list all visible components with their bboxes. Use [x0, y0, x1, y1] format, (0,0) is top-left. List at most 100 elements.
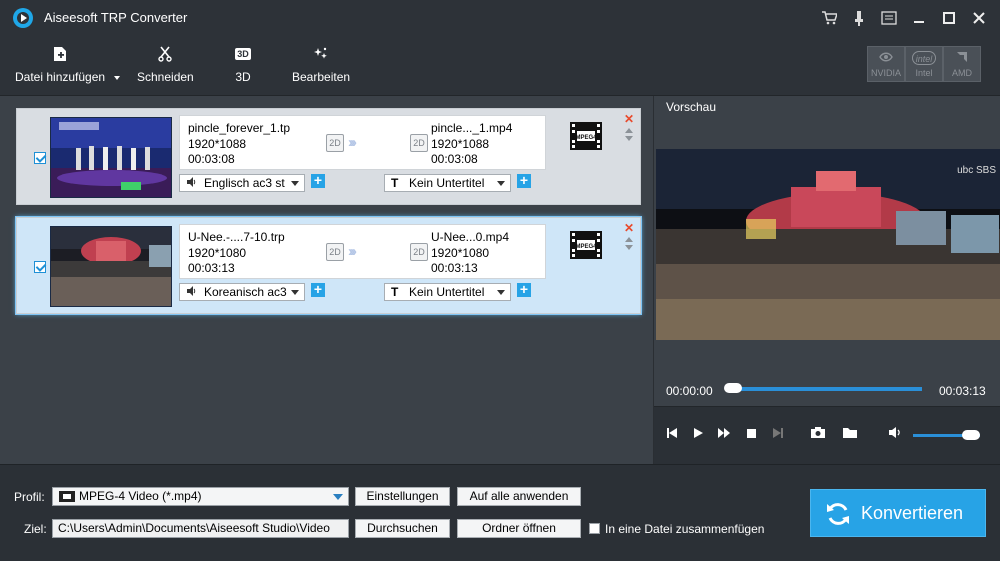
merge-checkbox[interactable]: [589, 523, 600, 534]
folder-icon[interactable]: [841, 426, 859, 444]
cut-label: Schneiden: [137, 70, 194, 84]
film-icon: [59, 490, 75, 505]
file-item[interactable]: U-Nee.-....7-10.trp 1920*1080 00:03:13 2…: [16, 217, 641, 314]
file-thumbnail[interactable]: [50, 117, 172, 198]
source-filename: pincle_forever_1.tp: [188, 121, 291, 135]
seek-bar[interactable]: [726, 387, 922, 391]
move-up-icon[interactable]: [625, 237, 633, 242]
chevron-down-icon: [497, 290, 505, 295]
source-filename: U-Nee.-....7-10.trp: [188, 230, 285, 244]
close-icon[interactable]: [968, 8, 990, 28]
destination-field[interactable]: C:\Users\Admin\Documents\Aiseesoft Studi…: [52, 519, 349, 538]
file-info: pincle_forever_1.tp 1920*1088 00:03:08 2…: [179, 115, 546, 170]
output-duration: 00:03:08: [431, 152, 478, 166]
add-file-icon: [15, 44, 105, 64]
seek-handle[interactable]: [724, 383, 742, 393]
subtitle-value: Kein Untertitel: [409, 285, 485, 299]
3d-label: 3D: [235, 70, 251, 84]
window-controls: [818, 8, 990, 28]
add-subtitle-button[interactable]: +: [517, 173, 531, 188]
apply-all-button[interactable]: Auf alle anwenden: [457, 487, 581, 506]
3d-icon: 3D: [235, 48, 251, 60]
source-duration: 00:03:08: [188, 152, 235, 166]
move-down-icon[interactable]: [625, 136, 633, 141]
profile-dropdown[interactable]: MPEG-4 Video (*.mp4): [52, 487, 349, 506]
open-folder-button[interactable]: Ordner öffnen: [457, 519, 581, 538]
fast-forward-icon[interactable]: [715, 426, 733, 444]
convert-arrows-icon: ›››: [348, 134, 357, 151]
file-thumbnail[interactable]: [50, 226, 172, 307]
minimize-icon[interactable]: [908, 8, 930, 28]
edit-label: Bearbeiten: [292, 70, 351, 84]
destination-label: Ziel:: [24, 522, 47, 536]
add-audio-button[interactable]: +: [311, 173, 325, 188]
mpeg4-format-icon[interactable]: MPEG4: [569, 121, 603, 151]
convert-arrows-icon: ›››: [348, 243, 357, 260]
subtitle-dropdown[interactable]: T Kein Untertitel: [384, 174, 511, 192]
add-audio-button[interactable]: +: [311, 282, 325, 297]
convert-button[interactable]: Konvertieren: [810, 489, 986, 537]
amd-icon: [944, 51, 980, 65]
mpeg4-format-icon[interactable]: MPEG4: [569, 230, 603, 260]
output-resolution: 1920*1088: [431, 136, 490, 151]
3d-button[interactable]: 3D 3D: [230, 44, 256, 84]
snapshot-icon[interactable]: [809, 426, 827, 444]
file-item[interactable]: pincle_forever_1.tp 1920*1088 00:03:08 2…: [16, 108, 641, 205]
add-file-button[interactable]: Datei hinzufügen: [15, 44, 121, 84]
file-list: pincle_forever_1.tp 1920*1088 00:03:08 2…: [0, 96, 653, 464]
volume-icon[interactable]: [887, 426, 905, 444]
chevron-down-icon: [291, 290, 299, 295]
text-icon: T: [391, 285, 399, 299]
browse-button[interactable]: Durchsuchen: [355, 519, 450, 538]
audio-track-dropdown[interactable]: Englisch ac3 st: [179, 174, 305, 192]
volume-handle[interactable]: [962, 430, 980, 440]
play-icon[interactable]: [689, 426, 707, 444]
profile-label: Profil:: [14, 490, 45, 504]
preview-title: Vorschau: [666, 100, 717, 114]
menu-icon[interactable]: [878, 8, 900, 28]
output-duration: 00:03:13: [431, 261, 478, 275]
file-checkbox[interactable]: [34, 261, 46, 273]
skip-end-icon[interactable]: [769, 426, 787, 444]
preview-panel: Vorschau ubc SBS 00:00:00 00:03:13: [653, 96, 1000, 464]
chevron-down-icon: [291, 181, 299, 186]
nvidia-accel-button[interactable]: NVIDIA: [867, 46, 905, 82]
move-down-icon[interactable]: [625, 245, 633, 250]
speaker-icon: [186, 175, 204, 191]
output-filename: U-Nee...0.mp4: [431, 230, 510, 244]
preview-video[interactable]: ubc SBS: [656, 149, 1000, 340]
source-info: U-Nee.-....7-10.trp 1920*1080 00:03:13: [188, 230, 285, 277]
stop-icon[interactable]: [742, 426, 760, 444]
intel-accel-button[interactable]: intel Intel: [905, 46, 943, 82]
audio-track-value: Koreanisch ac3: [204, 285, 287, 299]
cart-icon[interactable]: [818, 8, 840, 28]
app-logo: [13, 8, 33, 28]
chevron-down-icon: [497, 181, 505, 186]
move-up-icon[interactable]: [625, 128, 633, 133]
nvidia-icon: [868, 51, 904, 65]
output-filename: pincle..._1.mp4: [431, 121, 513, 135]
output-info: U-Nee...0.mp4 1920*1080 00:03:13: [431, 230, 509, 277]
chevron-down-icon[interactable]: [114, 75, 121, 80]
audio-track-value: Englisch ac3 st: [204, 176, 285, 190]
chevron-down-icon: [333, 494, 343, 500]
maximize-icon[interactable]: [938, 8, 960, 28]
toolbar: Datei hinzufügen Schneiden 3D 3D Bearbei…: [0, 36, 1000, 96]
skip-start-icon[interactable]: [663, 426, 681, 444]
add-subtitle-button[interactable]: +: [517, 282, 531, 297]
nvidia-label: NVIDIA: [870, 68, 901, 78]
audio-track-dropdown[interactable]: Koreanisch ac3: [179, 283, 305, 301]
edit-button[interactable]: Bearbeiten: [292, 44, 350, 84]
settings-button[interactable]: Einstellungen: [355, 487, 450, 506]
remove-item-icon[interactable]: ✕: [622, 222, 636, 234]
file-checkbox[interactable]: [34, 152, 46, 164]
output-2d-badge: 2D: [410, 134, 428, 152]
scissors-icon: [137, 44, 193, 64]
cut-button[interactable]: Schneiden: [137, 44, 194, 84]
key-icon[interactable]: [848, 8, 870, 28]
subtitle-dropdown[interactable]: T Kein Untertitel: [384, 283, 511, 301]
merge-label: In eine Datei zusammenfügen: [605, 522, 765, 536]
amd-accel-button[interactable]: AMD: [943, 46, 981, 82]
source-resolution: 1920*1088: [188, 136, 247, 151]
remove-item-icon[interactable]: ✕: [622, 113, 636, 125]
